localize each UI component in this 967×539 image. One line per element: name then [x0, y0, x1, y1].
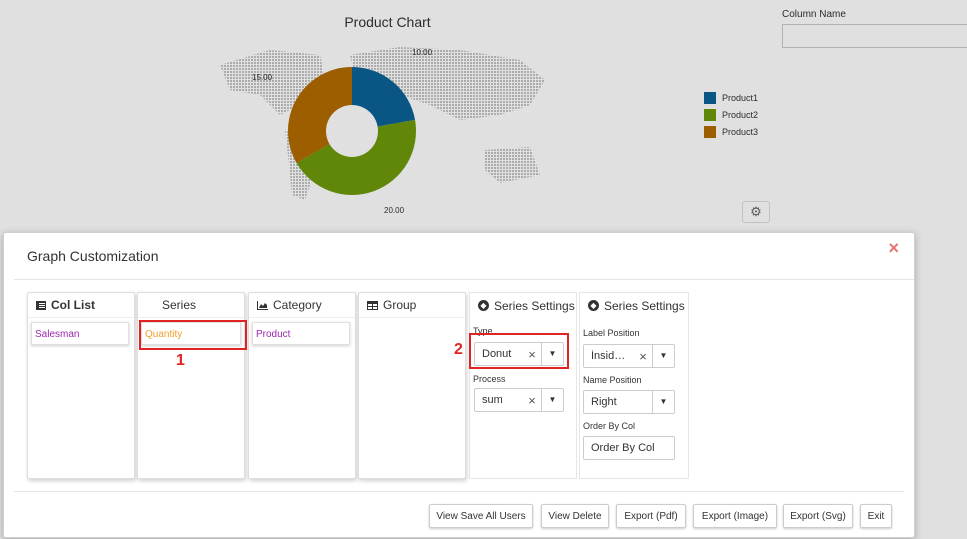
series-settings-1-title: Series Settings	[494, 298, 575, 313]
chevron-down-icon[interactable]: ▼	[652, 345, 674, 367]
series-header: Series	[138, 293, 244, 318]
graph-customization-modal: Graph Customization × Col List Salesman …	[3, 232, 915, 538]
label-position-value: İnsid…	[591, 350, 626, 362]
export-svg-button[interactable]: Export (Svg)	[783, 504, 853, 528]
col-list-title: Col List	[51, 298, 95, 312]
annotation-box-1	[139, 320, 247, 350]
order-by-input[interactable]: Order By Col	[583, 436, 675, 460]
export-image-button[interactable]: Export (Image)	[693, 504, 777, 528]
annotation-box-2	[469, 333, 569, 369]
group-header: Group	[359, 293, 465, 318]
label-position-select[interactable]: İnsid… × ▼	[583, 344, 675, 368]
col-list-panel[interactable]: Col List Salesman	[27, 292, 135, 479]
chevron-down-icon[interactable]: ▼	[652, 391, 674, 413]
series-settings-panel-1: ◆ Series Settings Type Donut × ▼ Process…	[469, 292, 577, 479]
group-title: Group	[383, 298, 417, 312]
exit-button[interactable]: Exit	[860, 504, 892, 528]
modal-title: Graph Customization	[27, 248, 159, 264]
col-list-header: Col List	[28, 293, 134, 318]
annotation-number-1: 1	[176, 352, 185, 369]
series-settings-panel-2: ◆ Series Settings Label Position İnsid… …	[579, 292, 689, 479]
name-position-label: Name Position	[583, 375, 642, 385]
series-settings-2-header: ◆ Series Settings	[580, 293, 688, 318]
dashboard-icon: ◆	[588, 300, 599, 311]
label-position-label: Label Position	[583, 328, 640, 338]
category-panel[interactable]: Category Product	[248, 292, 356, 479]
chevron-down-icon[interactable]: ▼	[541, 389, 563, 411]
view-save-all-users-button[interactable]: View Save All Users	[429, 504, 533, 528]
divider	[14, 491, 904, 492]
clear-icon[interactable]: ×	[634, 349, 652, 364]
series-settings-2-title: Series Settings	[604, 298, 685, 313]
process-select-value: sum	[482, 394, 503, 406]
process-label: Process	[473, 374, 506, 384]
category-item-product[interactable]: Product	[252, 322, 350, 345]
col-list-item-salesman[interactable]: Salesman	[31, 322, 129, 345]
group-panel[interactable]: Group	[358, 292, 466, 479]
divider	[14, 279, 914, 280]
category-title: Category	[273, 298, 322, 312]
process-select[interactable]: sum × ▼	[474, 388, 564, 412]
list-icon	[36, 300, 46, 310]
table-icon	[367, 300, 378, 310]
order-by-label: Order By Col	[583, 421, 636, 431]
series-title: Series	[162, 298, 197, 312]
close-icon[interactable]: ×	[888, 238, 899, 259]
name-position-value: Right	[591, 396, 617, 408]
export-pdf-button[interactable]: Export (Pdf)	[616, 504, 686, 528]
area-chart-icon	[257, 300, 268, 310]
annotation-number-2: 2	[454, 341, 463, 358]
name-position-select[interactable]: Right ▼	[583, 390, 675, 414]
series-settings-1-header: ◆ Series Settings	[470, 293, 576, 318]
category-header: Category	[249, 293, 355, 318]
clear-icon[interactable]: ×	[523, 393, 541, 408]
dashboard-icon: ◆	[478, 300, 489, 311]
view-delete-button[interactable]: View Delete	[541, 504, 609, 528]
